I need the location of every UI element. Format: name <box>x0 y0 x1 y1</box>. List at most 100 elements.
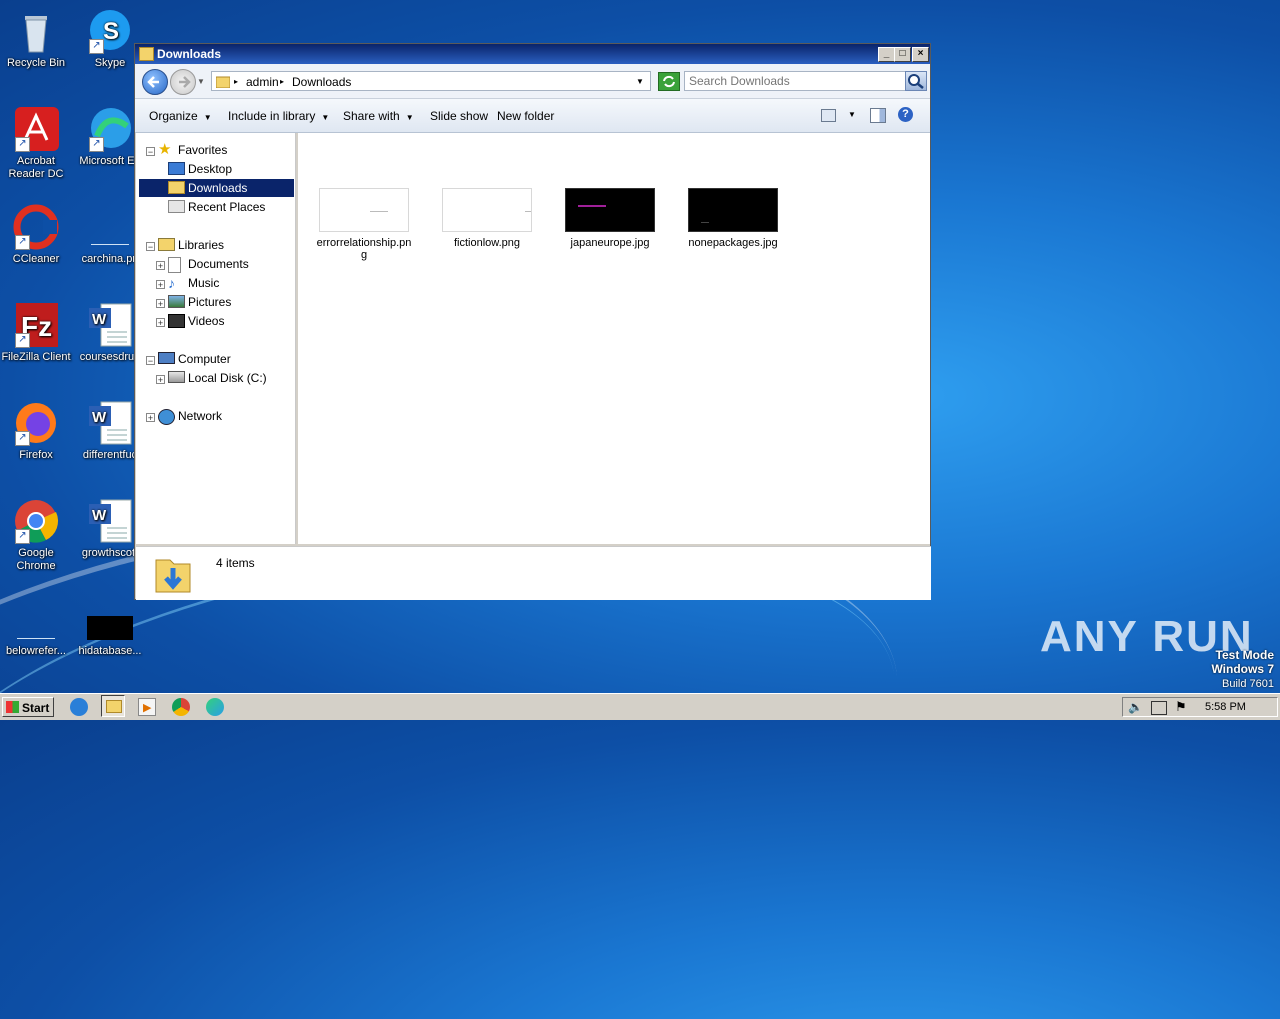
desktop-icon-filezilla[interactable]: Fz ↗ FileZilla Client <box>0 302 72 364</box>
desktop-icon-recycle-bin[interactable]: Recycle Bin <box>0 8 72 70</box>
explorer-taskbar-button[interactable] <box>101 695 125 717</box>
window-title: Downloads <box>157 47 222 61</box>
expand-icon[interactable]: + <box>156 318 165 328</box>
collapse-icon[interactable]: − <box>146 242 155 252</box>
breadcrumb[interactable]: ▸ admin ▸ Downloads ▼ <box>211 71 651 91</box>
downloads-folder-icon <box>168 181 185 194</box>
slide-show-label: Slide show <box>430 109 489 123</box>
file-thumbnail <box>442 188 532 232</box>
expand-icon[interactable]: + <box>156 261 165 271</box>
svg-text:W: W <box>92 507 107 524</box>
build-label: Build 7601 <box>1222 678 1274 690</box>
word-document-icon: W <box>87 400 133 446</box>
file-thumbnail <box>688 188 778 232</box>
expand-icon[interactable]: + <box>146 413 155 423</box>
desktop-icon-label: FileZilla Client <box>1 351 71 363</box>
close-button[interactable]: × <box>912 47 929 62</box>
preview-pane-icon[interactable] <box>870 108 886 123</box>
breadcrumb-downloads[interactable]: Downloads <box>292 75 351 89</box>
desktop-icon-ccleaner[interactable]: ↗ CCleaner <box>0 204 72 266</box>
new-folder-button[interactable]: New folder <box>497 109 554 123</box>
search-button[interactable] <box>905 71 927 91</box>
expand-icon[interactable]: + <box>156 280 165 290</box>
collapse-icon[interactable]: − <box>146 356 155 366</box>
media-player-icon[interactable]: ▶ <box>138 698 156 716</box>
desktop-icon-belowrefer[interactable]: belowrefer... <box>0 596 72 658</box>
chevron-down-icon: ▼ <box>321 113 330 122</box>
back-arrow-icon <box>147 76 159 88</box>
desktop-icon-label: Microsoft Ed <box>79 155 141 167</box>
file-item[interactable]: japaneurope.jpg <box>560 188 660 249</box>
breadcrumb-admin[interactable]: admin <box>246 75 279 89</box>
desktop-icon-label: Google Chrome <box>16 547 56 572</box>
internet-explorer-icon[interactable] <box>70 698 88 716</box>
shortcut-arrow-icon: ↗ <box>15 137 30 152</box>
share-with-button[interactable]: Share with ▼ <box>343 109 414 123</box>
address-dropdown-icon[interactable]: ▼ <box>636 77 644 86</box>
file-item[interactable]: errorrelationship.png <box>314 188 414 261</box>
nav-videos[interactable]: Videos <box>168 312 288 330</box>
expand-icon[interactable]: + <box>156 299 165 309</box>
desktop-icon-hidatabase[interactable]: hidatabase... <box>74 596 146 658</box>
minimize-button[interactable]: _ <box>878 47 895 62</box>
details-pane: 4 items <box>136 546 931 600</box>
nav-music[interactable]: ♪ Music <box>168 274 288 292</box>
collapse-icon[interactable]: − <box>146 147 155 157</box>
file-name: japaneurope.jpg <box>570 237 650 249</box>
nav-favorites[interactable]: ★ Favorites <box>158 141 288 159</box>
test-mode-label: Test Mode <box>1215 648 1274 662</box>
include-in-library-button[interactable]: Include in library ▼ <box>228 109 329 123</box>
recycle-bin-icon <box>13 8 59 54</box>
shortcut-arrow-icon: ↗ <box>15 333 30 348</box>
back-button[interactable] <box>142 69 168 95</box>
nav-pictures[interactable]: Pictures <box>168 293 288 311</box>
forward-button[interactable] <box>170 69 196 95</box>
ccleaner-icon: ↗ <box>13 204 59 250</box>
desktop-icon-label: Firefox <box>19 449 53 461</box>
edge-icon[interactable] <box>206 698 224 716</box>
desktop-icon-chrome[interactable]: ↗ Google Chrome <box>0 498 72 573</box>
svg-text:S: S <box>103 18 119 45</box>
firefox-icon: ↗ <box>13 400 59 446</box>
nav-network[interactable]: Network <box>158 407 288 425</box>
chrome-icon[interactable] <box>172 698 190 716</box>
search-box[interactable] <box>684 71 927 91</box>
start-button[interactable]: Start <box>2 697 54 717</box>
file-item[interactable]: nonepackages.jpg <box>683 188 783 249</box>
desktop-icon-acrobat[interactable]: ↗ Acrobat Reader DC <box>0 106 72 181</box>
nav-libraries[interactable]: Libraries <box>158 236 288 254</box>
expand-icon[interactable]: + <box>156 375 165 385</box>
help-icon[interactable]: ? <box>898 107 913 122</box>
desktop-icon-label: growthscott <box>81 547 139 559</box>
refresh-button[interactable] <box>658 72 680 91</box>
network-icon <box>158 409 175 425</box>
svg-text:W: W <box>92 311 107 328</box>
shortcut-arrow-icon: ↗ <box>89 137 104 152</box>
desktop-icon-firefox[interactable]: ↗ Firefox <box>0 400 72 462</box>
title-bar[interactable]: Downloads _ □ × <box>135 44 930 64</box>
volume-icon[interactable]: 🔈 <box>1128 700 1143 714</box>
nav-local-disk[interactable]: Local Disk (C:) <box>168 369 288 387</box>
recent-pages-dropdown-icon[interactable]: ▼ <box>197 77 205 86</box>
documents-icon <box>168 257 181 273</box>
organize-button[interactable]: Organize ▼ <box>149 109 212 123</box>
maximize-button[interactable]: □ <box>894 47 911 62</box>
nav-downloads[interactable]: Downloads <box>139 179 294 197</box>
nav-desktop[interactable]: Desktop <box>168 160 288 178</box>
nav-documents[interactable]: Documents <box>168 255 288 273</box>
view-dropdown-icon[interactable]: ▼ <box>848 110 856 119</box>
start-label: Start <box>22 701 50 715</box>
action-center-flag-icon[interactable]: ⚑ <box>1175 699 1187 715</box>
desktop-icon <box>168 162 185 175</box>
shortcut-arrow-icon: ↗ <box>15 235 30 250</box>
nav-computer[interactable]: Computer <box>158 350 288 368</box>
slide-show-button[interactable]: Slide show <box>430 109 488 123</box>
address-bar-area: ▼ ▸ admin ▸ Downloads ▼ <box>135 64 930 99</box>
clock[interactable]: 5:58 PM <box>1205 701 1246 713</box>
nav-recent-places[interactable]: Recent Places <box>168 198 288 216</box>
change-view-icon[interactable] <box>821 109 836 122</box>
pictures-icon <box>168 295 185 308</box>
file-item[interactable]: fictionlow.png <box>437 188 537 249</box>
search-input[interactable] <box>689 74 901 88</box>
network-status-icon[interactable] <box>1151 701 1167 715</box>
